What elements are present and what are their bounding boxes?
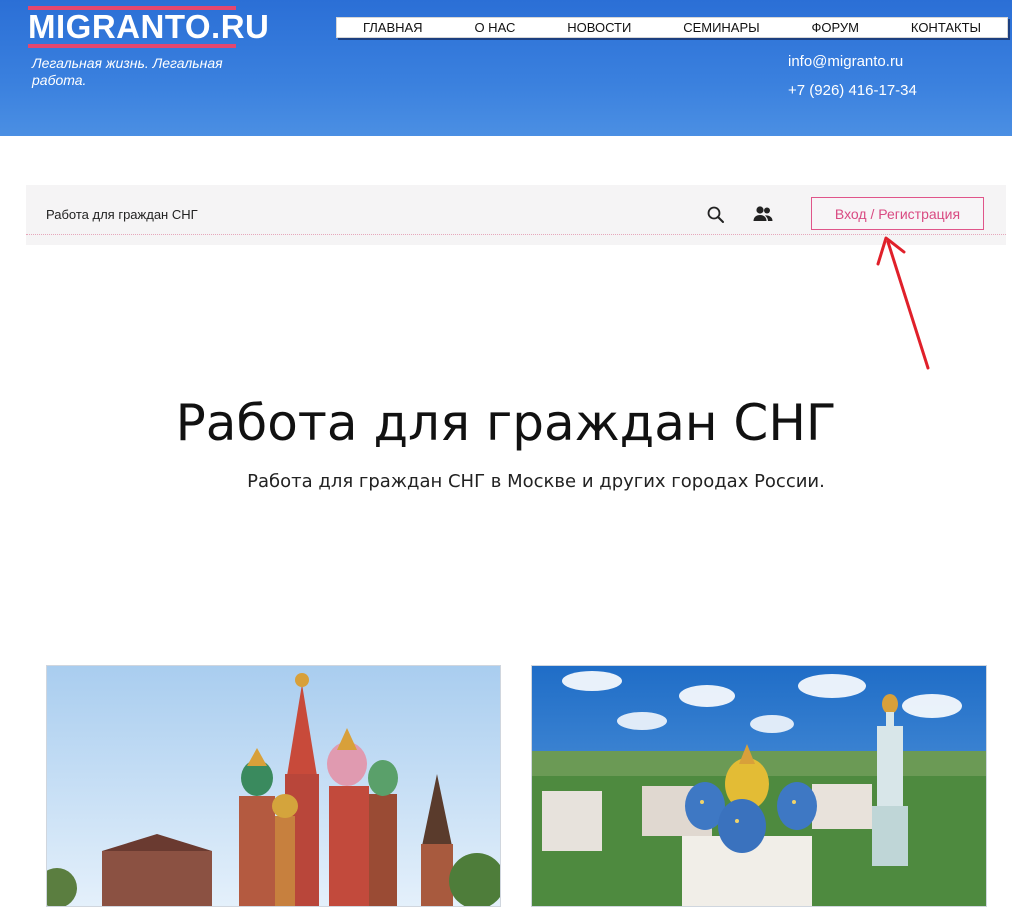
contact-phone[interactable]: +7 (926) 416-17-34 <box>788 82 917 99</box>
page-title: Работа для граждан СНГ <box>175 394 837 452</box>
nav-item-home[interactable]: ГЛАВНАЯ <box>363 20 423 35</box>
login-register-button[interactable]: Вход / Регистрация <box>811 197 984 230</box>
user-icon[interactable] <box>752 204 774 224</box>
photo-trinity-lavra[interactable] <box>531 665 987 907</box>
page-subtitle: Работа для граждан СНГ в Москве и других… <box>247 471 825 492</box>
toolbar-divider <box>26 234 1006 235</box>
nav-item-seminars[interactable]: СЕМИНАРЫ <box>683 20 759 35</box>
site-header: MIGRANTO.RU Легальная жизнь. Легальная р… <box>0 0 1012 136</box>
top-navigation: ГЛАВНАЯ О НАС НОВОСТИ СЕМИНАРЫ ФОРУМ КОН… <box>336 17 1008 38</box>
nav-item-forum[interactable]: ФОРУМ <box>812 20 859 35</box>
annotation-arrow <box>876 236 930 370</box>
nav-item-contacts[interactable]: КОНТАКТЫ <box>911 20 981 35</box>
logo-text: MIGRANTO.RU <box>28 8 270 45</box>
site-tagline: Легальная жизнь. Легальная работа. <box>32 55 223 88</box>
site-logo[interactable]: MIGRANTO.RU <box>28 6 269 50</box>
search-icon[interactable] <box>706 205 726 225</box>
nav-item-news[interactable]: НОВОСТИ <box>567 20 631 35</box>
site-toolbar: Работа для граждан СНГ Вход / Регистраци… <box>26 185 1006 245</box>
site-name-link[interactable]: Работа для граждан СНГ <box>46 207 198 222</box>
photo-st-basils-cathedral[interactable] <box>46 665 501 907</box>
nav-item-about[interactable]: О НАС <box>474 20 515 35</box>
logo-stripe-bottom <box>28 44 236 48</box>
contact-email[interactable]: info@migranto.ru <box>788 53 903 70</box>
